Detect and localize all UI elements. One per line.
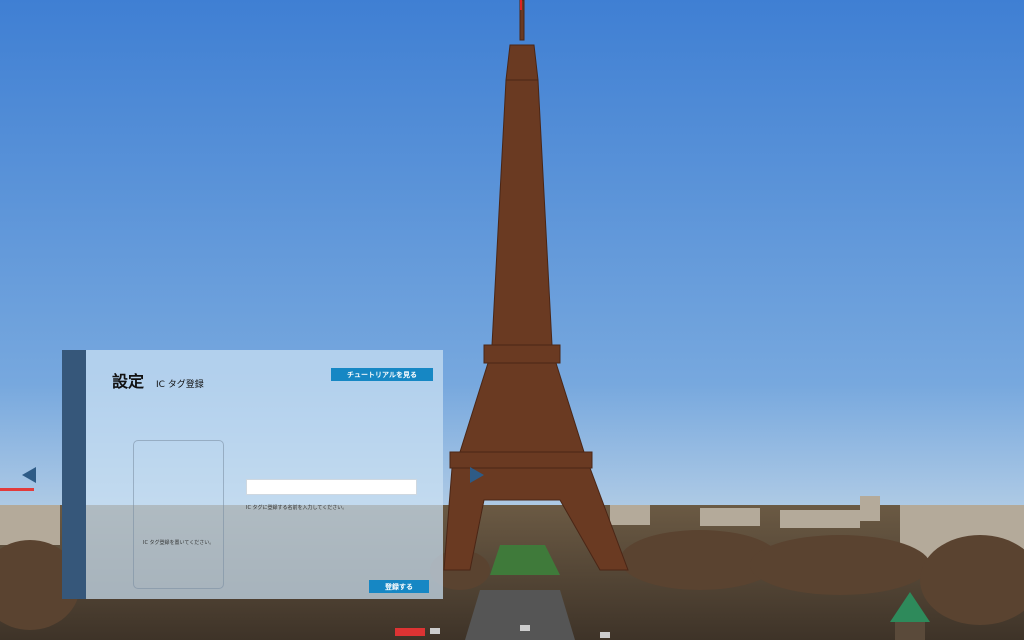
arrow-left-icon[interactable] bbox=[22, 467, 36, 483]
settings-panel: 設定 IC タグ登録 チュートリアルを見る IC タグ登録を置いてください。 I… bbox=[62, 350, 443, 599]
drop-zone-label: IC タグ登録を置いてください。 bbox=[143, 540, 215, 546]
arrow-right-icon[interactable] bbox=[470, 467, 484, 483]
name-input-hint: IC タグに登録する名前を入力してください。 bbox=[246, 505, 348, 511]
red-marker bbox=[0, 488, 34, 491]
register-button[interactable]: 登録する bbox=[369, 580, 429, 593]
tag-name-input[interactable] bbox=[246, 479, 417, 495]
page-title: 設定 bbox=[112, 372, 145, 391]
page-subtitle: IC タグ登録 bbox=[156, 380, 204, 390]
ic-tag-drop-zone[interactable] bbox=[133, 440, 224, 589]
tutorial-button[interactable]: チュートリアルを見る bbox=[331, 368, 433, 381]
panel-side-strip bbox=[62, 350, 86, 599]
